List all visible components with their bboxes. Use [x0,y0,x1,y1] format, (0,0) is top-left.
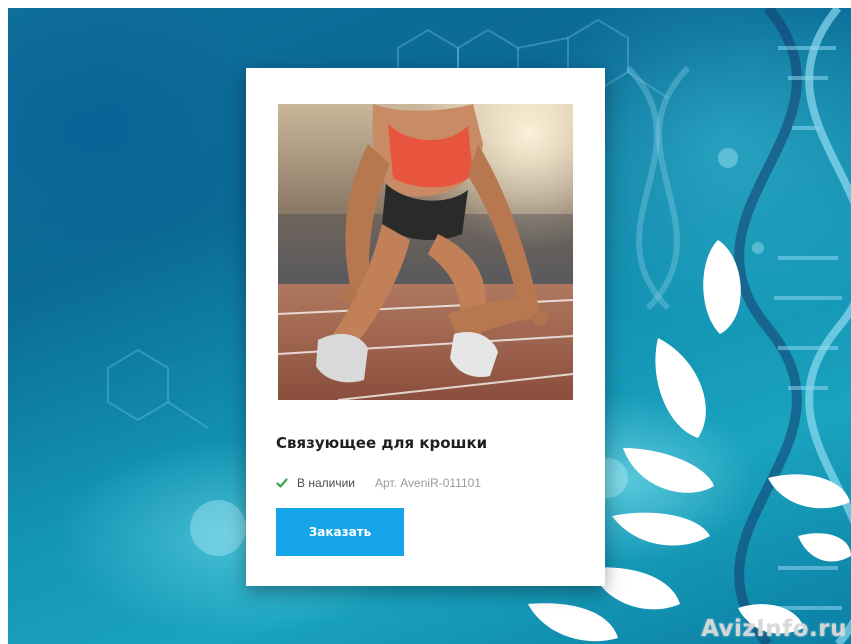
screenshot-stage: AvizInfo.ru Связующее для крошки В налич… [0,0,851,644]
product-photo[interactable] [278,104,573,400]
order-button[interactable]: Заказать [276,508,404,556]
product-sku: Арт. AveniR-011101 [375,476,481,490]
check-icon [276,477,288,489]
availability-status: В наличии [297,476,356,490]
athlete-illustration [278,104,573,400]
product-card: Связующее для крошки В наличии Арт. Aven… [246,68,605,586]
watermark: AvizInfo.ru [701,616,847,642]
product-meta: В наличии Арт. AveniR-011101 [276,476,481,490]
product-title[interactable]: Связующее для крошки [276,434,487,452]
